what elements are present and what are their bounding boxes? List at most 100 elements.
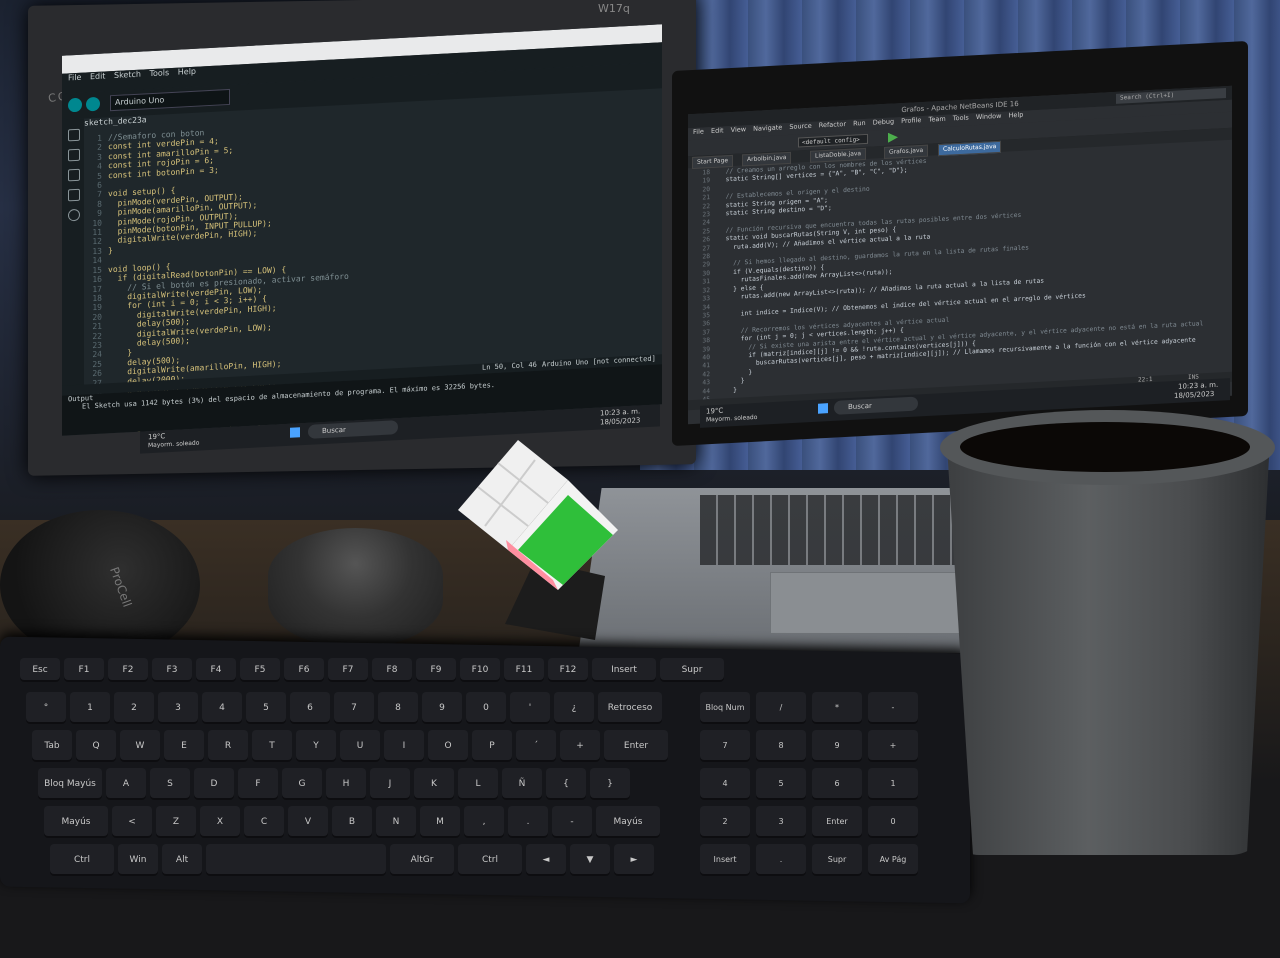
key[interactable]: A xyxy=(106,768,146,800)
nb-menu-run[interactable]: Run xyxy=(853,119,865,128)
key[interactable]: R xyxy=(208,730,248,762)
key[interactable]: F6 xyxy=(284,658,324,682)
numpad-key[interactable]: 7 xyxy=(700,730,750,762)
key[interactable]: F9 xyxy=(416,658,456,682)
nb-menu-profile[interactable]: Profile xyxy=(901,116,921,125)
key[interactable]: ► xyxy=(614,844,654,876)
key[interactable]: O xyxy=(428,730,468,762)
key[interactable]: P xyxy=(472,730,512,762)
numpad-key[interactable]: 9 xyxy=(812,730,862,762)
numpad-key[interactable]: Bloq Num xyxy=(700,692,750,724)
nb-menu-window[interactable]: Window xyxy=(976,112,1002,121)
menu-file[interactable]: File xyxy=(68,73,81,83)
search-icon[interactable] xyxy=(68,208,80,222)
key[interactable]: 4 xyxy=(202,692,242,724)
key[interactable]: , xyxy=(464,806,504,838)
config-dropdown[interactable]: <default config> xyxy=(798,133,868,148)
start-button-icon[interactable] xyxy=(290,427,300,438)
key[interactable]: E xyxy=(164,730,204,762)
nb-menu-navigate[interactable]: Navigate xyxy=(753,123,782,133)
laptop-start-button-icon[interactable] xyxy=(818,403,828,414)
verify-button-icon[interactable] xyxy=(68,97,82,113)
key[interactable]: 8 xyxy=(378,692,418,724)
key[interactable]: Bloq Mayús xyxy=(38,768,102,800)
key[interactable]: 2 xyxy=(114,692,154,724)
nb-menu-team[interactable]: Team xyxy=(928,115,945,124)
key[interactable]: 5 xyxy=(246,692,286,724)
key[interactable]: } xyxy=(590,768,630,800)
numpad-key[interactable]: . xyxy=(756,844,806,876)
key[interactable]: 1 xyxy=(70,692,110,724)
key[interactable]: F2 xyxy=(108,658,148,682)
key[interactable]: F7 xyxy=(328,658,368,682)
numpad-key[interactable]: 1 xyxy=(868,768,918,800)
key[interactable]: Retroceso xyxy=(598,692,662,724)
nb-menu-view[interactable]: View xyxy=(731,125,746,134)
key[interactable]: F11 xyxy=(504,658,544,682)
numpad-key[interactable]: Supr xyxy=(812,844,862,876)
key[interactable]: . xyxy=(508,806,548,838)
key[interactable]: W xyxy=(120,730,160,762)
key[interactable]: B xyxy=(332,806,372,838)
numpad-key[interactable]: - xyxy=(868,692,918,724)
key[interactable]: J xyxy=(370,768,410,800)
key[interactable]: ' xyxy=(510,692,550,724)
key[interactable]: F5 xyxy=(240,658,280,682)
key[interactable]: 0 xyxy=(466,692,506,724)
key[interactable]: F3 xyxy=(152,658,192,682)
key[interactable]: H xyxy=(326,768,366,800)
key[interactable]: ¿ xyxy=(554,692,594,724)
key[interactable]: AltGr xyxy=(390,844,454,876)
key[interactable]: ◄ xyxy=(526,844,566,876)
key[interactable]: F8 xyxy=(372,658,412,682)
run-icon[interactable] xyxy=(888,132,898,143)
key[interactable]: Esc xyxy=(20,658,60,682)
upload-button-icon[interactable] xyxy=(86,96,100,112)
key[interactable]: U xyxy=(340,730,380,762)
nb-menu-debug[interactable]: Debug xyxy=(873,117,894,126)
menu-sketch[interactable]: Sketch xyxy=(114,70,141,80)
nb-menu-refactor[interactable]: Refactor xyxy=(819,120,846,129)
key[interactable]: Insert xyxy=(592,658,656,682)
menu-tools[interactable]: Tools xyxy=(149,68,169,78)
boards-manager-icon[interactable] xyxy=(68,148,80,162)
key[interactable]: S xyxy=(150,768,190,800)
numpad-key[interactable]: Av Pág xyxy=(868,844,918,876)
numpad-key[interactable]: / xyxy=(756,692,806,724)
key[interactable]: Enter xyxy=(604,730,668,762)
numpad-key[interactable]: 0 xyxy=(868,806,918,838)
key[interactable]: 3 xyxy=(158,692,198,724)
sketchbook-icon[interactable] xyxy=(68,128,80,142)
nb-menu-tools[interactable]: Tools xyxy=(953,114,969,123)
library-manager-icon[interactable] xyxy=(68,168,80,182)
menu-edit[interactable]: Edit xyxy=(90,71,106,81)
key[interactable]: D xyxy=(194,768,234,800)
numpad-key[interactable]: 6 xyxy=(812,768,862,800)
debug-icon[interactable] xyxy=(68,188,80,202)
key[interactable]: Supr xyxy=(660,658,724,682)
numpad-key[interactable]: Insert xyxy=(700,844,750,876)
key[interactable]: N xyxy=(376,806,416,838)
key[interactable]: { xyxy=(546,768,586,800)
key[interactable]: L xyxy=(458,768,498,800)
key[interactable]: < xyxy=(112,806,152,838)
key[interactable]: Tab xyxy=(32,730,72,762)
arduino-code-editor[interactable]: 1//Semaforo con boton 2 const int verdePin… xyxy=(88,105,648,435)
key[interactable]: G xyxy=(282,768,322,800)
numpad-key[interactable]: Enter xyxy=(812,806,862,838)
netbeans-code-editor[interactable]: 18 // Creamos un arreglo con los nombres… xyxy=(696,144,1207,412)
key[interactable]: K xyxy=(414,768,454,800)
numpad-key[interactable]: 8 xyxy=(756,730,806,762)
nb-menu-file[interactable]: File xyxy=(693,127,704,136)
numpad-key[interactable]: 5 xyxy=(756,768,806,800)
nb-menu-source[interactable]: Source xyxy=(789,122,811,131)
key[interactable]: - xyxy=(552,806,592,838)
numpad-key[interactable]: + xyxy=(868,730,918,762)
key[interactable]: Alt xyxy=(162,844,202,876)
key[interactable]: F1 xyxy=(64,658,104,682)
key[interactable]: F xyxy=(238,768,278,800)
taskbar-search[interactable]: Buscar xyxy=(308,420,398,439)
key[interactable]: F12 xyxy=(548,658,588,682)
key[interactable]: + xyxy=(560,730,600,762)
tab-start-page[interactable]: Start Page xyxy=(692,154,734,170)
